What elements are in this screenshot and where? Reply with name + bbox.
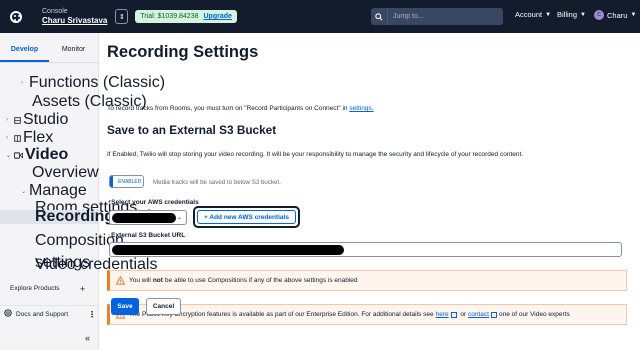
enabled-toggle[interactable]: ENABLED (109, 175, 144, 188)
toggle-label: ENABLED (118, 178, 142, 185)
search-placeholder: Jump to... (393, 13, 424, 20)
upgrade-link[interactable]: Upgrade (204, 13, 232, 20)
chevron-right-icon: › (6, 135, 8, 141)
avatar: C (594, 10, 604, 20)
alert-text-pre: You will (129, 277, 151, 284)
search-input[interactable]: Jump to... (371, 8, 503, 25)
sidebar-item-manage[interactable]: ⌄ Manage (21, 182, 87, 200)
account-name[interactable]: Charu Srivastava (42, 16, 107, 25)
redacted-value (112, 213, 176, 223)
redacted-value (112, 245, 344, 255)
top-navigation-bar: Console Charu Srivastava ⇕ Trial: $1039.… (0, 0, 640, 33)
more-options-icon[interactable]: ⋮ (88, 310, 96, 319)
aws-credentials-select[interactable]: ⌄ (109, 210, 187, 225)
alert-text-post: be able to use Compositions if any of th… (164, 277, 358, 284)
sidebar-item-label: Flex (23, 129, 54, 146)
billing-menu[interactable]: Billing ▼ (557, 10, 586, 19)
bucket-url-field-label: ·External S3 Bucket URL (108, 232, 185, 239)
sidebar-item-label: Video (25, 146, 69, 163)
user-name: Charu (607, 10, 628, 20)
credentials-label-text: Select your AWS credentials (111, 199, 199, 206)
sidebar-item-flex[interactable]: › Flex (6, 129, 53, 147)
contact-link[interactable]: contact (468, 311, 489, 318)
account-menu-label: Account (515, 10, 543, 19)
chevron-right-icon: › (21, 80, 23, 86)
sidebar: Develop Monitor › Functions (Classic) As… (0, 33, 180, 350)
chevron-down-icon: ▼ (545, 11, 552, 18)
required-marker: · (108, 232, 111, 239)
sidebar-item-video[interactable]: ⌄ Video (6, 146, 68, 164)
search-icon (371, 8, 388, 25)
docs-and-support[interactable]: Docs and Support ⋮ (0, 305, 98, 319)
main-content: Recording Settings To record tracks from… (107, 33, 632, 350)
plus-icon[interactable]: + (80, 284, 85, 294)
external-link-icon (490, 311, 497, 318)
chevron-down-icon: ⌄ (176, 215, 182, 221)
bucket-url-label-text: External S3 Bucket URL (111, 232, 186, 239)
support-icon (4, 309, 12, 319)
chevron-down-icon: ⌄ (21, 188, 27, 195)
tab-monitor[interactable]: Monitor (49, 33, 98, 62)
section-description: If Enabled, Twilio will stop storing you… (107, 151, 524, 158)
video-icon (13, 146, 25, 164)
sidebar-item-studio[interactable]: › Studio (6, 111, 68, 129)
bucket-url-field[interactable] (109, 242, 622, 257)
billing-menu-label: Billing (557, 10, 578, 19)
intro-text: To record tracks from Rooms, you must tu… (107, 105, 527, 112)
chevron-updown-icon[interactable]: ⇕ (115, 9, 129, 24)
alert-text-bold: not (152, 277, 163, 284)
external-link-icon (450, 311, 457, 318)
here-link[interactable]: here (436, 311, 449, 318)
toggle-note: Media tracks will be saved to below S3 b… (153, 179, 281, 186)
sidebar-item-label: Studio (23, 111, 69, 128)
page-title: Recording Settings (107, 43, 259, 61)
save-button[interactable]: Save (111, 298, 139, 315)
collapse-sidebar-icon[interactable]: « (85, 333, 90, 343)
sidebar-tabs: Develop Monitor (0, 33, 98, 63)
sidebar-item-label: Overview (32, 164, 99, 181)
credentials-field-label: ·Select your AWS credentials (108, 199, 199, 206)
sidebar-item-recording-settings[interactable]: Recording settings (0, 208, 180, 225)
alert2-or: or (458, 311, 469, 318)
flex-icon (14, 129, 23, 147)
chevron-right-icon: › (6, 117, 8, 123)
section-title: Save to an External S3 Bucket (107, 123, 277, 137)
tab-develop[interactable]: Develop (0, 33, 49, 62)
sidebar-item-overview[interactable]: Overview (32, 164, 99, 182)
explore-products[interactable]: Explore Products + (0, 284, 98, 294)
trial-balance-text: Trial: $1039.84238 (140, 13, 199, 20)
trial-balance-badge: Trial: $1039.84238 Upgrade (135, 10, 237, 23)
intro-text-body: To record tracks from Rooms, you must tu… (107, 105, 350, 112)
chevron-down-icon: ▼ (580, 11, 586, 18)
twilio-logo-icon[interactable] (10, 10, 22, 23)
cancel-button[interactable]: Cancel (146, 298, 181, 315)
studio-icon (14, 111, 23, 129)
explore-products-label: Explore Products (10, 285, 60, 292)
chevron-down-icon: ▼ (630, 12, 637, 18)
account-menu[interactable]: Account ▼ (515, 10, 551, 19)
encryption-info-alert: The Public Key Encryption features is av… (107, 304, 627, 325)
sidebar-item-label: Manage (29, 182, 87, 199)
chevron-down-icon: ⌄ (6, 152, 12, 159)
account-selector[interactable]: Console Charu Srivastava (42, 8, 107, 25)
required-marker: · (108, 199, 111, 206)
console-label: Console (42, 7, 68, 15)
alert2-post: one of our Video experts (498, 311, 570, 318)
add-aws-credentials-button[interactable]: + Add new AWS credentials (193, 206, 300, 228)
settings-link[interactable]: settings. (349, 105, 373, 112)
compositions-warning-alert: You will not be able to use Compositions… (107, 270, 627, 291)
add-aws-credentials-label: + Add new AWS credentials (197, 210, 296, 224)
user-menu[interactable]: C Charu ▼ (594, 10, 636, 20)
warning-icon (116, 276, 125, 285)
docs-and-support-label: Docs and Support (16, 310, 69, 318)
